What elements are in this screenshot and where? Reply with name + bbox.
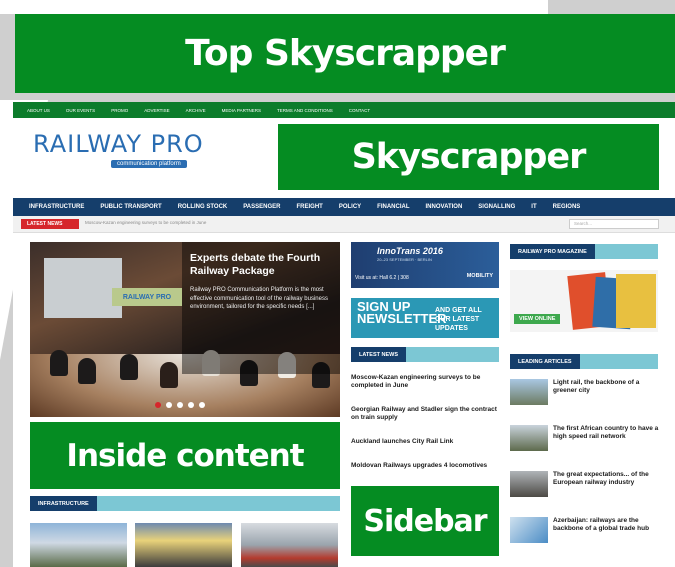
top-nav-item[interactable]: ADVERTISE: [136, 108, 177, 113]
search-input[interactable]: Search...: [569, 219, 659, 229]
inside-content-label: Inside content: [66, 437, 304, 474]
sidebar-banner: Sidebar: [351, 486, 499, 556]
top-nav-item[interactable]: OUR EVENTS: [58, 108, 103, 113]
ticker-label: LATEST NEWS: [21, 219, 79, 229]
leading-article[interactable]: The first African country to have a high…: [510, 425, 660, 465]
main-nav-item[interactable]: PUBLIC TRANSPORT: [92, 204, 169, 210]
news-item[interactable]: Moscow-Kazan engineering surveys to be c…: [351, 374, 501, 390]
slider-dot[interactable]: [188, 402, 194, 408]
main-nav-item[interactable]: INNOVATION: [418, 204, 471, 210]
slide-description: Railway PRO Communication Platform is th…: [190, 287, 328, 310]
slide-person: [78, 358, 96, 384]
main-nav-item[interactable]: ROLLING STOCK: [170, 204, 236, 210]
decor-strip: [0, 0, 548, 14]
header-skyscrapper-banner: Skyscrapper: [278, 124, 659, 190]
news-item[interactable]: Moldovan Railways upgrades 4 locomotives: [351, 462, 501, 470]
top-nav-item[interactable]: MEDIA PARTNERS: [214, 108, 269, 113]
main-nav-item[interactable]: PASSENGER: [235, 204, 288, 210]
main-nav-item[interactable]: POLICY: [331, 204, 369, 210]
slider-dot[interactable]: [177, 402, 183, 408]
top-skyscrapper-banner: Top Skyscrapper: [15, 14, 675, 93]
innotrans-dates: 20–23 SEPTEMBER · BERLIN: [377, 257, 432, 262]
leading-article[interactable]: Azerbaijan: railways are the backbone of…: [510, 517, 660, 557]
news-item[interactable]: Georgian Railway and Stadler sign the co…: [351, 406, 501, 422]
main-nav: INFRASTRUCTURE PUBLIC TRANSPORT ROLLING …: [13, 198, 675, 216]
main-nav-item[interactable]: REGIONS: [545, 204, 589, 210]
news-title[interactable]: Moscow-Kazan engineering surveys to be c…: [351, 374, 501, 390]
main-nav-item[interactable]: FINANCIAL: [369, 204, 417, 210]
top-nav-item[interactable]: PROMO: [103, 108, 136, 113]
top-skyscrapper-label: Top Skyscrapper: [185, 33, 506, 74]
slide-person: [120, 354, 138, 380]
newsletter-signup-ad[interactable]: SIGN UP NEWSLETTER AND GET ALL OUR LATES…: [351, 298, 499, 338]
slide-person: [160, 362, 178, 388]
sidebar-label: Sidebar: [363, 503, 487, 539]
slider-dots: [155, 402, 205, 408]
news-title[interactable]: Moldovan Railways upgrades 4 locomotives: [351, 462, 501, 470]
website-mockup: ABOUT US OUR EVENTS PROMO ADVERTISE ARCH…: [13, 102, 675, 567]
latest-news-section-header: LATEST NEWS: [351, 347, 499, 362]
article-thumbnail[interactable]: [510, 471, 548, 497]
top-nav-item[interactable]: ABOUT US: [13, 108, 58, 113]
top-nav-item[interactable]: CONTACT: [341, 108, 378, 113]
magazine-promo[interactable]: VIEW ONLINE: [510, 270, 658, 332]
article-thumbnail[interactable]: [510, 379, 548, 405]
slider-dot[interactable]: [155, 402, 161, 408]
slide-caption: Experts debate the Fourth Railway Packag…: [182, 242, 340, 374]
infrastructure-section-header: INFRASTRUCTURE: [30, 496, 340, 511]
ticker-text[interactable]: Moscow-Kazan engineering surveys to be c…: [85, 220, 206, 225]
magazine-cover: [616, 274, 656, 328]
leading-article[interactable]: The great expectations... of the Europea…: [510, 471, 660, 511]
article-thumbnail[interactable]: [510, 425, 548, 451]
innotrans-ad[interactable]: InnoTrans 2016 20–23 SEPTEMBER · BERLIN …: [351, 242, 499, 288]
news-item[interactable]: Auckland launches City Rail Link: [351, 438, 501, 446]
main-nav-item[interactable]: INFRASTRUCTURE: [13, 204, 92, 210]
main-nav-item[interactable]: SIGNALLING: [470, 204, 523, 210]
slider-dot[interactable]: [166, 402, 172, 408]
slide-projection-screen: [44, 258, 122, 318]
view-online-button[interactable]: VIEW ONLINE: [514, 314, 561, 324]
leading-article-title[interactable]: The great expectations... of the Europea…: [553, 471, 661, 487]
top-nav-item[interactable]: TERMS AND CONDITIONS: [269, 108, 341, 113]
leading-article-title[interactable]: The first African country to have a high…: [553, 425, 661, 441]
leading-article[interactable]: Light rail, the backbone of a greener ci…: [510, 379, 660, 419]
main-nav-item[interactable]: FREIGHT: [288, 204, 330, 210]
top-nav: ABOUT US OUR EVENTS PROMO ADVERTISE ARCH…: [13, 102, 675, 118]
slide-person: [50, 350, 68, 376]
news-title[interactable]: Georgian Railway and Stadler sign the co…: [351, 406, 501, 422]
slider-dot[interactable]: [199, 402, 205, 408]
main-nav-item[interactable]: IT: [523, 204, 544, 210]
inside-content-banner: Inside content: [30, 422, 340, 489]
leading-article-title[interactable]: Light rail, the backbone of a greener ci…: [553, 379, 661, 395]
logo-wordmark: RAILWAY PRO: [33, 130, 204, 158]
news-ticker: LATEST NEWS Moscow-Kazan engineering sur…: [13, 216, 675, 233]
top-nav-item[interactable]: ARCHIVE: [178, 108, 214, 113]
article-thumbnail[interactable]: [135, 523, 232, 567]
innotrans-tagline: MOBILITY: [466, 273, 493, 279]
news-title[interactable]: Auckland launches City Rail Link: [351, 438, 501, 446]
hero-slider[interactable]: RAILWAY PRO Experts debate the Fourth Ra…: [30, 242, 340, 417]
innotrans-title: InnoTrans 2016: [377, 246, 443, 256]
leading-articles-heading: LEADING ARTICLES: [510, 354, 580, 369]
logo-subtitle: communication platform: [111, 160, 187, 168]
article-thumbnail[interactable]: [510, 517, 548, 543]
infrastructure-heading[interactable]: INFRASTRUCTURE: [30, 496, 97, 511]
signup-right-text: AND GET ALL OUR LATEST UPDATES: [435, 307, 482, 332]
article-thumbnail[interactable]: [241, 523, 338, 567]
innotrans-visit: Visit us at: Hall 6.2 | 308: [355, 275, 409, 281]
magazine-heading: RAILWAY PRO MAGAZINE: [510, 244, 595, 259]
leading-articles-section-header: LEADING ARTICLES: [510, 354, 658, 369]
header-skyscrapper-label: Skyscrapper: [351, 137, 587, 177]
leading-article-title[interactable]: Azerbaijan: railways are the backbone of…: [553, 517, 661, 533]
latest-news-heading: LATEST NEWS: [351, 347, 407, 362]
magazine-section-header: RAILWAY PRO MAGAZINE: [510, 244, 658, 259]
site-logo[interactable]: RAILWAY PRO communication platform: [33, 130, 204, 168]
article-thumbnail[interactable]: [30, 523, 127, 567]
slide-stage-banner: RAILWAY PRO: [112, 288, 182, 306]
slide-title[interactable]: Experts debate the Fourth Railway Packag…: [190, 252, 336, 278]
